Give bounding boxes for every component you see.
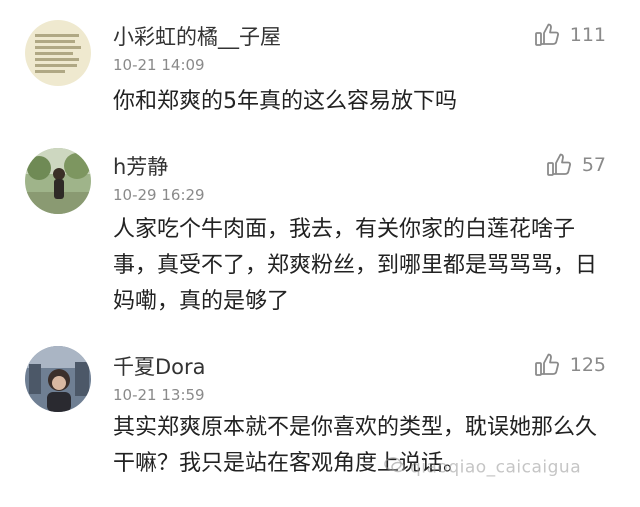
avatar[interactable] — [25, 20, 91, 86]
like-count: 125 — [569, 354, 606, 376]
comment-item: h芳静 10-29 16:29 57 人家吃个牛肉面，我去，有关你家的白莲花啥子… — [0, 130, 640, 331]
comment-text: 你和郑爽的5年真的这么容易放下吗 — [113, 89, 457, 114]
watermark: qiaoqiao_caicaigua — [384, 456, 581, 479]
thumbs-up-icon — [546, 152, 572, 178]
chat-bubble-logo-icon — [384, 456, 406, 479]
username[interactable]: h芳静 — [113, 151, 168, 181]
username[interactable]: 千夏Dora — [113, 351, 206, 381]
thumbs-up-icon — [534, 352, 560, 378]
avatar[interactable] — [25, 148, 91, 214]
like-count: 111 — [569, 24, 606, 46]
timestamp: 10-29 16:29 — [113, 186, 205, 204]
username[interactable]: 小彩虹的橘__子屋 — [113, 21, 281, 51]
thumbs-up-icon — [534, 22, 560, 48]
comment-text: 人家吃个牛肉面，我去，有关你家的白莲花啥子事，真受不了，郑爽粉丝，到哪里都是骂骂… — [113, 217, 598, 314]
like-count: 57 — [581, 154, 606, 176]
like-button[interactable]: 57 — [546, 152, 606, 178]
timestamp: 10-21 13:59 — [113, 386, 205, 404]
like-button[interactable]: 125 — [534, 352, 606, 378]
avatar[interactable] — [25, 346, 91, 412]
like-button[interactable]: 111 — [534, 22, 606, 48]
watermark-text: qiaoqiao_caicaigua — [410, 457, 582, 478]
timestamp: 10-21 14:09 — [113, 56, 205, 74]
comment-item: 千夏Dora 10-21 13:59 125 其实郑爽原本就不是你喜欢的类型，耽… — [0, 330, 640, 507]
comment-item: 小彩虹的橘__子屋 10-21 14:09 111 你和郑爽的5年真的这么容易放… — [0, 0, 640, 131]
